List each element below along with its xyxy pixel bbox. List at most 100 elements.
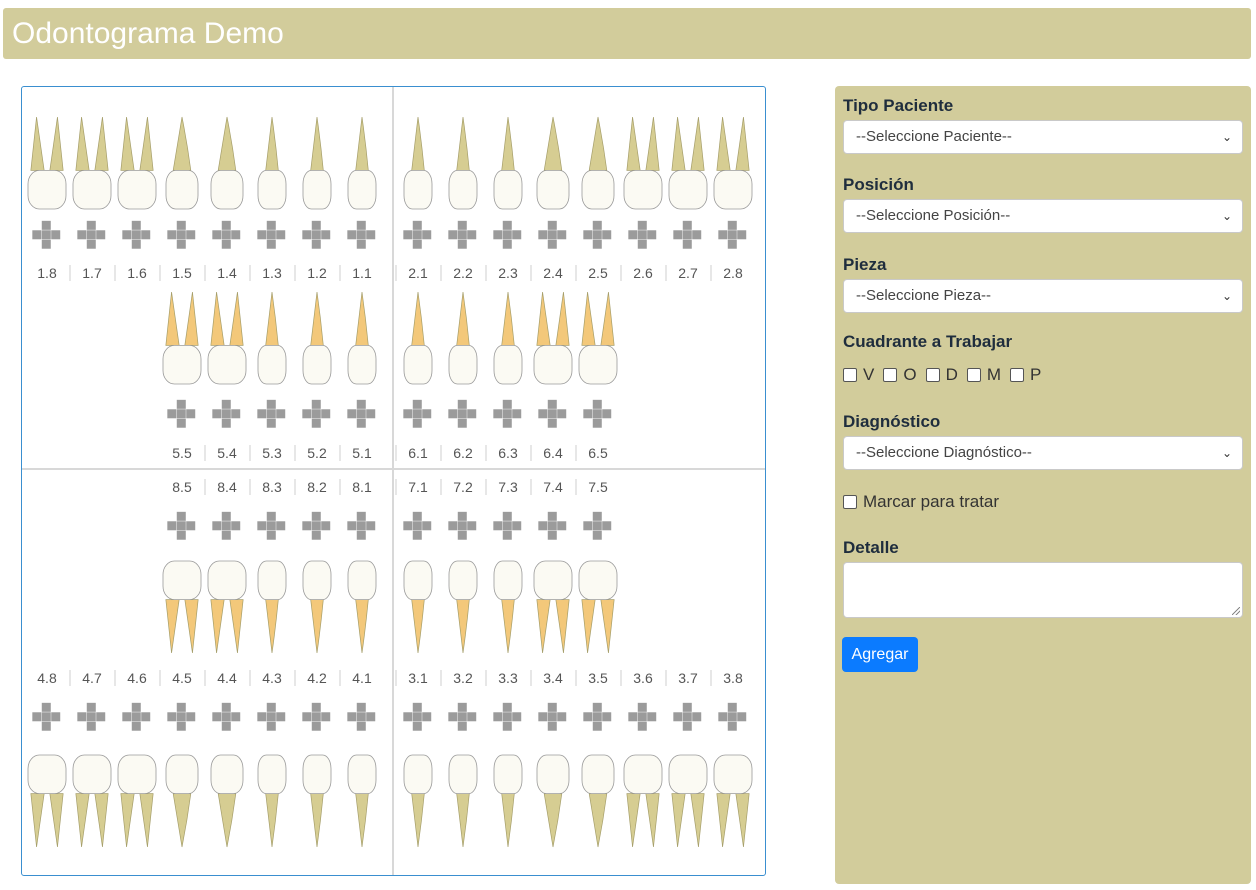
surface-left[interactable]: [122, 712, 132, 722]
tooth-image[interactable]: [257, 116, 287, 210]
cuadrante-d-option[interactable]: D: [925, 365, 958, 385]
surface-right[interactable]: [366, 230, 376, 240]
surface-bottom[interactable]: [356, 239, 366, 249]
surface-left[interactable]: [583, 409, 593, 419]
surface-left[interactable]: [77, 230, 87, 240]
surface-selector[interactable]: [257, 511, 286, 540]
surface-left[interactable]: [212, 712, 222, 722]
surface-top[interactable]: [221, 399, 231, 409]
surface-center[interactable]: [131, 230, 141, 240]
surface-left[interactable]: [448, 409, 458, 419]
surface-bottom[interactable]: [547, 239, 557, 249]
surface-center[interactable]: [221, 230, 231, 240]
tooth-image[interactable]: [448, 560, 478, 654]
surface-top[interactable]: [547, 511, 557, 521]
surface-right[interactable]: [557, 230, 567, 240]
surface-top[interactable]: [176, 399, 186, 409]
surface-center[interactable]: [457, 521, 467, 531]
surface-center[interactable]: [682, 712, 692, 722]
surface-top[interactable]: [727, 220, 737, 230]
surface-selector[interactable]: [718, 702, 747, 731]
surface-right[interactable]: [141, 712, 151, 722]
surface-top[interactable]: [502, 220, 512, 230]
surface-top[interactable]: [502, 511, 512, 521]
tooth-image[interactable]: [403, 291, 433, 385]
tooth-image[interactable]: [493, 560, 523, 654]
surface-left[interactable]: [32, 230, 42, 240]
surface-left[interactable]: [493, 409, 503, 419]
surface-selector[interactable]: [167, 399, 196, 428]
surface-bottom[interactable]: [502, 721, 512, 731]
surface-top[interactable]: [266, 399, 276, 409]
surface-right[interactable]: [366, 521, 376, 531]
surface-center[interactable]: [221, 712, 231, 722]
cuadrante-v-checkbox[interactable]: [843, 368, 857, 382]
tooth-image[interactable]: [72, 116, 112, 210]
surface-left[interactable]: [673, 712, 683, 722]
surface-left[interactable]: [167, 521, 177, 531]
surface-selector[interactable]: [583, 702, 612, 731]
cuadrante-o-option[interactable]: O: [883, 365, 917, 385]
tooth-image[interactable]: [162, 560, 202, 654]
surface-center[interactable]: [412, 409, 422, 419]
tooth-image[interactable]: [117, 116, 157, 210]
surface-top[interactable]: [131, 220, 141, 230]
surface-center[interactable]: [356, 712, 366, 722]
tooth-image[interactable]: [668, 116, 708, 210]
surface-bottom[interactable]: [727, 239, 737, 249]
surface-center[interactable]: [637, 712, 647, 722]
cuadrante-v-option[interactable]: V: [843, 365, 874, 385]
surface-center[interactable]: [592, 712, 602, 722]
surface-top[interactable]: [592, 702, 602, 712]
surface-selector[interactable]: [212, 702, 241, 731]
surface-center[interactable]: [311, 521, 321, 531]
surface-center[interactable]: [457, 409, 467, 419]
surface-selector[interactable]: [538, 702, 567, 731]
surface-right[interactable]: [276, 409, 286, 419]
surface-top[interactable]: [457, 702, 467, 712]
surface-bottom[interactable]: [412, 530, 422, 540]
surface-bottom[interactable]: [502, 418, 512, 428]
surface-left[interactable]: [212, 409, 222, 419]
surface-selector[interactable]: [538, 399, 567, 428]
surface-bottom[interactable]: [502, 530, 512, 540]
tooth-image[interactable]: [347, 116, 377, 210]
surface-center[interactable]: [547, 230, 557, 240]
surface-right[interactable]: [321, 521, 331, 531]
surface-top[interactable]: [266, 511, 276, 521]
surface-bottom[interactable]: [356, 530, 366, 540]
surface-center[interactable]: [502, 521, 512, 531]
surface-top[interactable]: [221, 511, 231, 521]
surface-center[interactable]: [176, 712, 186, 722]
surface-selector[interactable]: [167, 702, 196, 731]
surface-top[interactable]: [131, 702, 141, 712]
surface-left[interactable]: [403, 521, 413, 531]
surface-bottom[interactable]: [176, 530, 186, 540]
surface-top[interactable]: [547, 220, 557, 230]
surface-right[interactable]: [96, 230, 106, 240]
surface-center[interactable]: [547, 712, 557, 722]
surface-center[interactable]: [356, 409, 366, 419]
tooth-image[interactable]: [210, 754, 244, 848]
surface-right[interactable]: [96, 712, 106, 722]
surface-selector[interactable]: [538, 511, 567, 540]
tooth-image[interactable]: [302, 291, 332, 385]
surface-center[interactable]: [176, 230, 186, 240]
surface-top[interactable]: [727, 702, 737, 712]
surface-selector[interactable]: [628, 702, 657, 731]
surface-top[interactable]: [682, 220, 692, 230]
surface-right[interactable]: [512, 230, 522, 240]
surface-left[interactable]: [583, 712, 593, 722]
surface-bottom[interactable]: [637, 239, 647, 249]
surface-right[interactable]: [512, 712, 522, 722]
surface-bottom[interactable]: [86, 721, 96, 731]
surface-right[interactable]: [231, 521, 241, 531]
surface-bottom[interactable]: [547, 721, 557, 731]
surface-top[interactable]: [311, 399, 321, 409]
surface-left[interactable]: [347, 409, 357, 419]
surface-right[interactable]: [467, 521, 477, 531]
surface-center[interactable]: [266, 230, 276, 240]
surface-center[interactable]: [502, 409, 512, 419]
surface-selector[interactable]: [212, 220, 241, 249]
surface-left[interactable]: [77, 712, 87, 722]
